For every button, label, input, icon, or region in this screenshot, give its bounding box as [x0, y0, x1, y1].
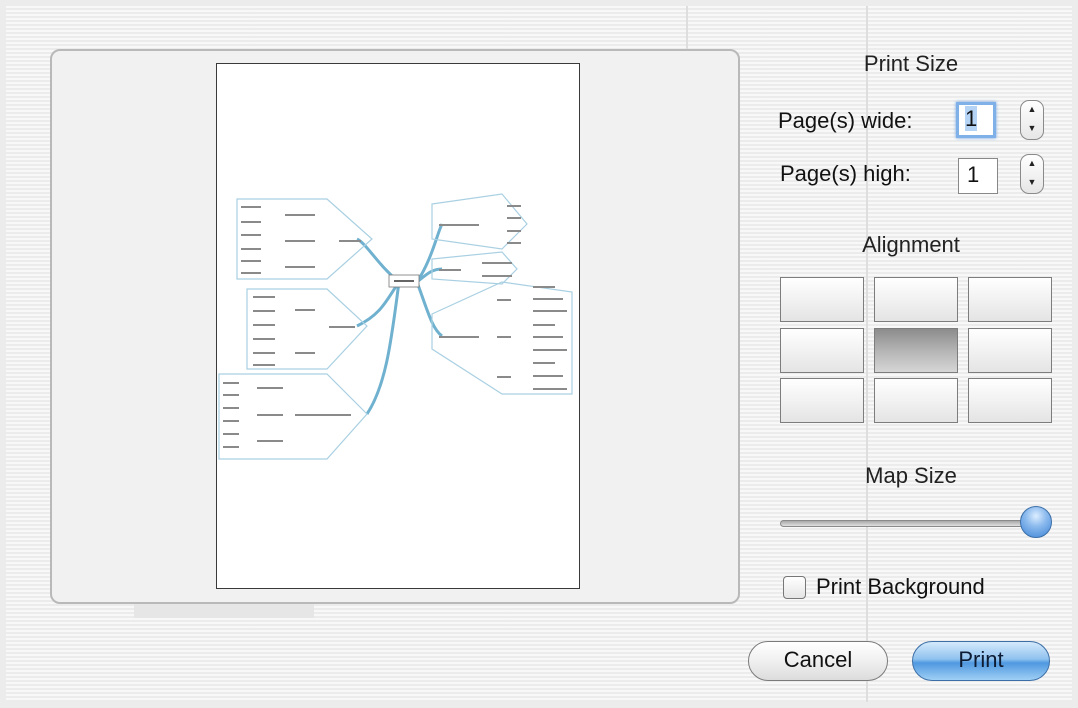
mindmap-thumbnail — [218, 193, 573, 460]
print-button[interactable]: Print — [912, 641, 1050, 681]
stepper-down-icon[interactable]: ▼ — [1021, 174, 1043, 193]
align-top-center[interactable] — [874, 277, 958, 322]
alignment-heading: Alignment — [862, 232, 960, 257]
pages-wide-stepper[interactable]: ▲ ▼ — [1020, 100, 1044, 140]
alignment-grid — [780, 277, 1056, 425]
pages-wide-value: 1 — [965, 106, 978, 131]
pages-high-label: Page(s) high: — [780, 161, 911, 186]
print-size-heading: Print Size — [863, 51, 959, 76]
map-size-heading: Map Size — [865, 463, 957, 488]
align-bottom-left[interactable] — [780, 378, 864, 423]
print-background-label[interactable]: Print Background — [816, 574, 985, 600]
stepper-up-icon[interactable]: ▲ — [1021, 101, 1043, 120]
align-middle-right[interactable] — [968, 328, 1052, 373]
align-top-left[interactable] — [780, 277, 864, 322]
align-bottom-center[interactable] — [874, 378, 958, 423]
map-size-slider-knob[interactable] — [1020, 506, 1052, 538]
cancel-button[interactable]: Cancel — [748, 641, 888, 681]
pages-wide-input[interactable]: 1 — [956, 102, 996, 138]
align-middle-left[interactable] — [780, 328, 864, 373]
dialog-sheet: Print Size Page(s) wide: 1 ▲ ▼ Page(s) h… — [6, 6, 1072, 702]
align-bottom-right[interactable] — [968, 378, 1052, 423]
print-preview-frame — [50, 49, 740, 604]
pages-high-value: 1 — [967, 162, 980, 187]
stepper-up-icon[interactable]: ▲ — [1021, 155, 1043, 174]
stepper-down-icon[interactable]: ▼ — [1021, 120, 1043, 139]
pages-high-input[interactable]: 1 — [958, 158, 998, 194]
print-preview-page — [216, 63, 580, 589]
pages-wide-label: Page(s) wide: — [778, 108, 913, 133]
print-background-checkbox[interactable] — [783, 576, 806, 599]
map-size-slider-track[interactable] — [780, 520, 1030, 527]
align-top-right[interactable] — [968, 277, 1052, 322]
pages-high-stepper[interactable]: ▲ ▼ — [1020, 154, 1044, 194]
align-center[interactable] — [874, 328, 958, 373]
